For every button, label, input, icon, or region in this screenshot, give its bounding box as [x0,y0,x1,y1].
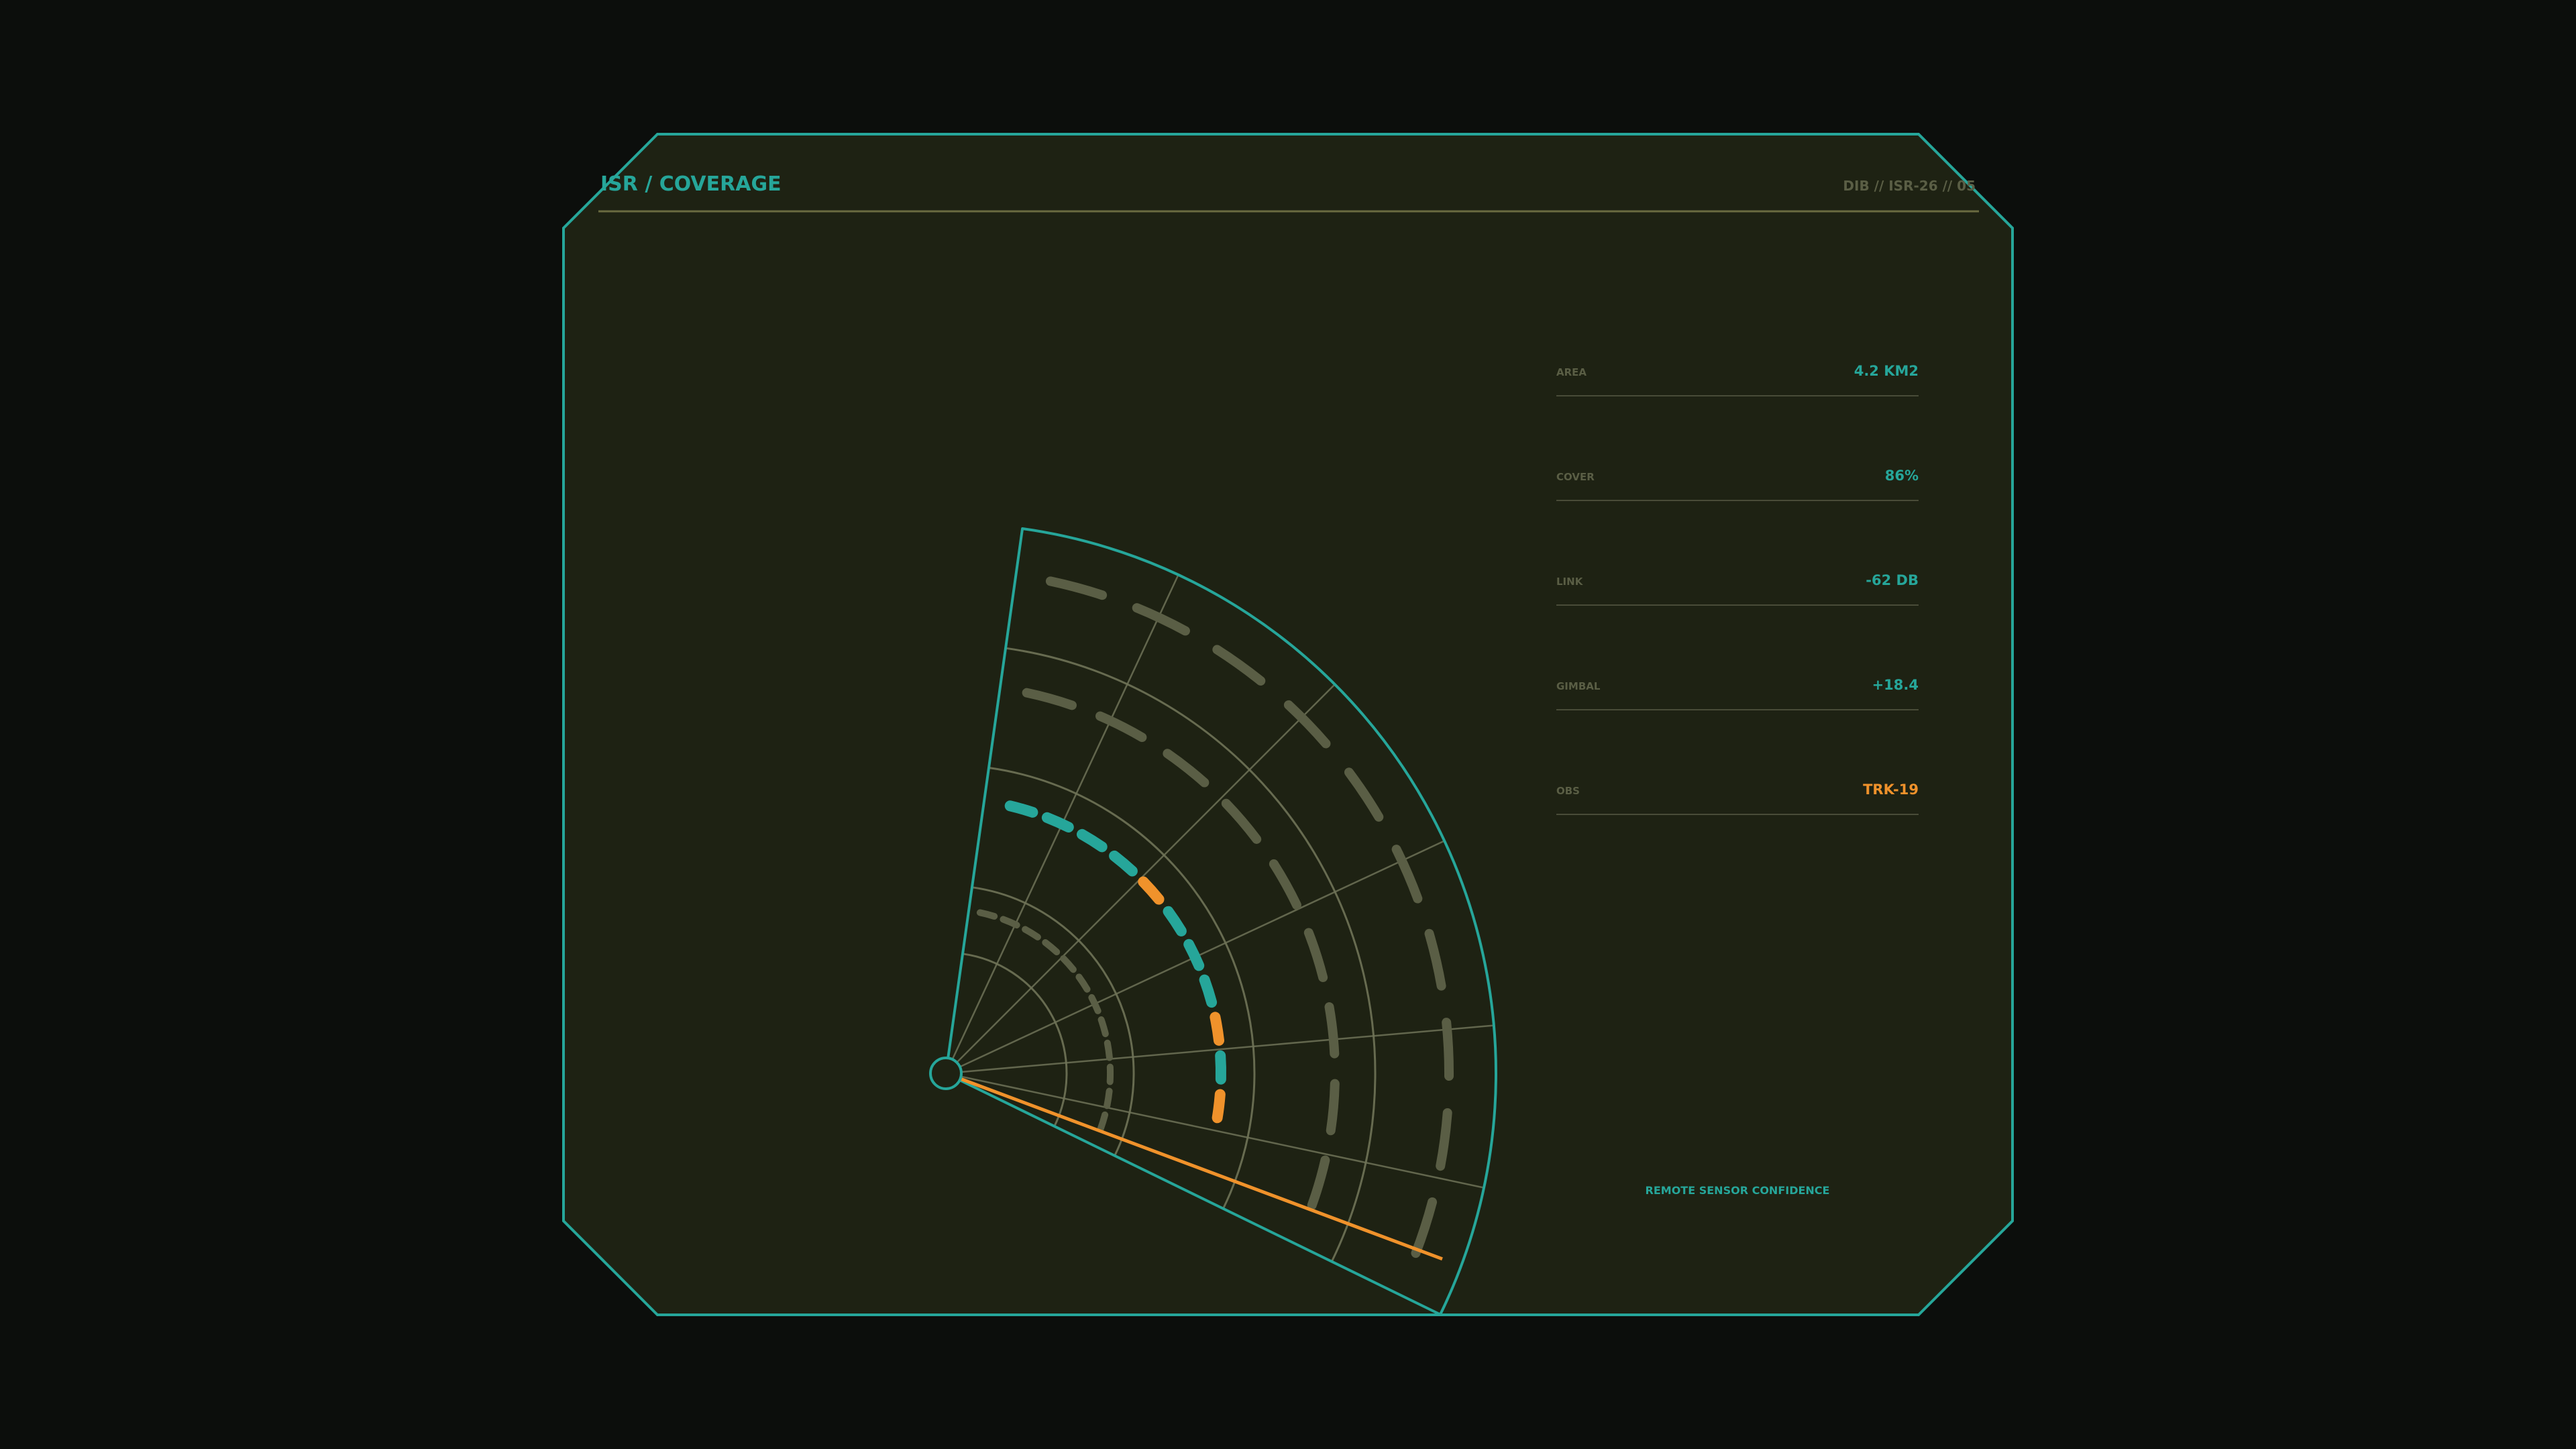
footer-label: REMOTE SENSOR CONFIDENCE [1646,1184,1830,1197]
panel-id-code: DIB // ISR-26 // 05 [1843,178,1976,194]
coverage-segment-active [1199,974,1218,1008]
coverage-segment-active [1004,800,1038,818]
coverage-segment-alert [1210,1012,1224,1046]
readout-label: OBS [1556,785,1580,797]
hud-scene: ISR / COVERAGE DIB // ISR-26 // 05 AREA 4… [0,0,2576,1449]
readout-label: AREA [1556,366,1587,378]
readout-value: +18.4 [1872,677,1919,693]
coverage-segment-active [1215,1050,1227,1085]
readout-label: LINK [1556,576,1584,588]
sensor-origin-marker[interactable] [929,1057,963,1090]
readout-value: 4.2 KM2 [1854,363,1919,379]
coverage-panel [562,133,2014,1316]
readout-label: GIMBAL [1556,680,1601,692]
readout-value: -62 DB [1866,572,1919,588]
readout-value: TRK-19 [1863,782,1919,798]
panel-title: ISR / COVERAGE [600,172,782,196]
coverage-segment-alert [1212,1089,1226,1124]
readout-value: 86% [1885,468,1919,484]
readout-label: COVER [1556,471,1595,483]
